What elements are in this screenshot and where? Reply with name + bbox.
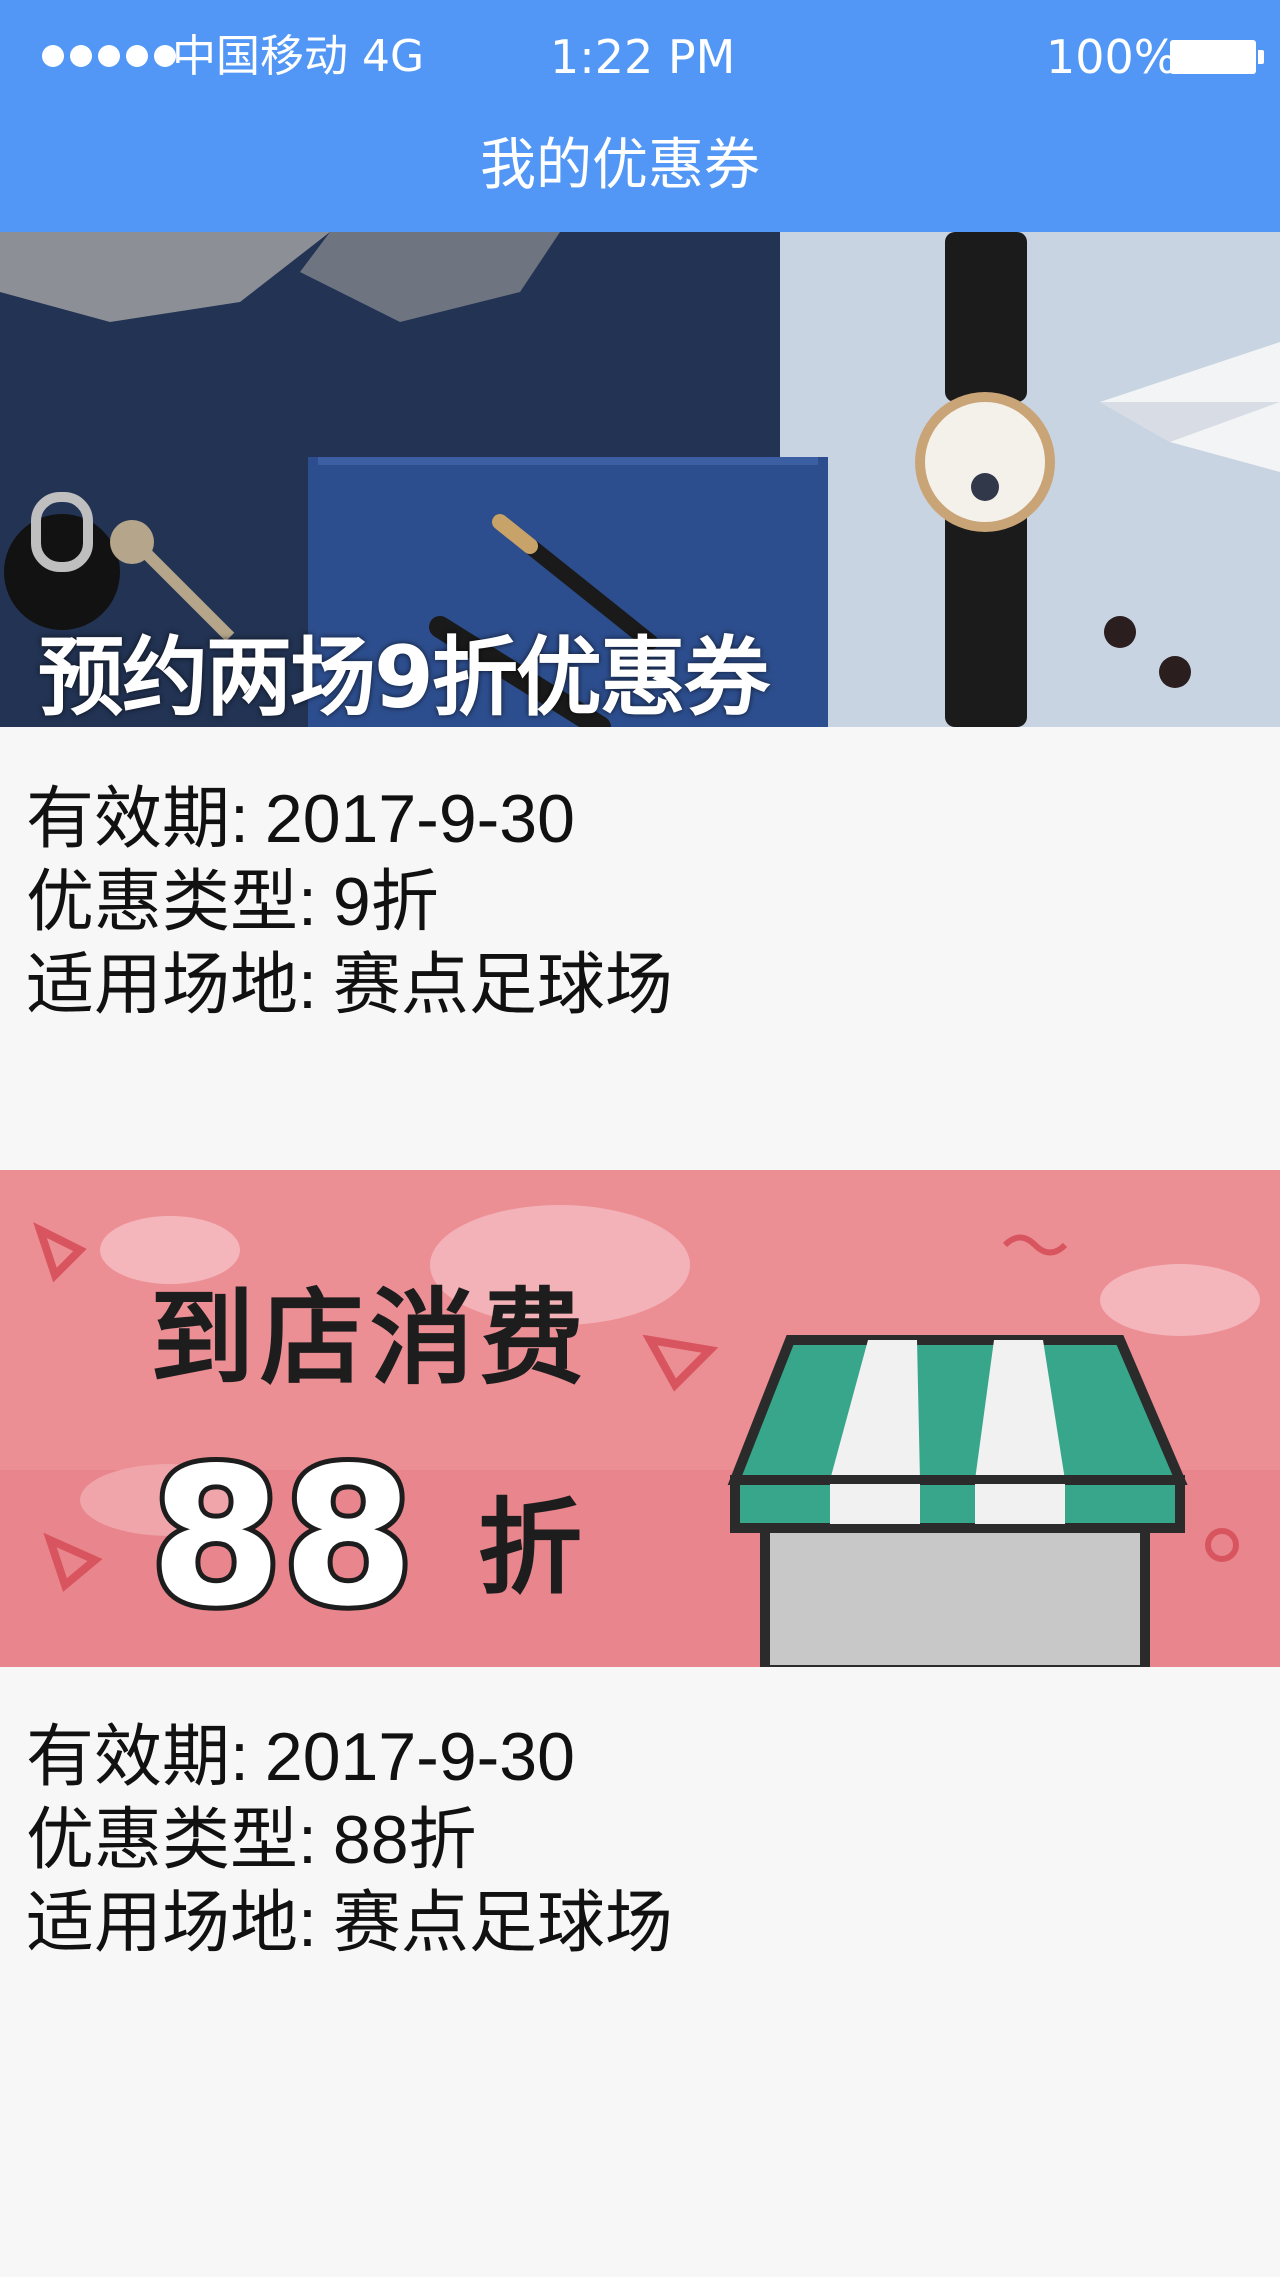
validity-label: 有效期:	[26, 781, 249, 857]
coupon-2-type-row: 优惠类型: 88折	[26, 1799, 673, 1882]
coupon-2-details: 有效期: 2017-9-30 优惠类型: 88折 适用场地: 赛点足球场	[26, 1716, 673, 1965]
discount-type-value: 9折	[332, 864, 439, 940]
page-title: 我的优惠券	[480, 133, 760, 198]
battery-percent: 100%	[1046, 30, 1178, 84]
coupon-1-details: 有效期: 2017-9-30 优惠类型: 9折 适用场地: 赛点足球场	[26, 778, 673, 1027]
coupon-1-type-row: 优惠类型: 9折	[26, 861, 673, 944]
coupon-banner-2-unit: 折	[478, 1487, 583, 1609]
app-header: 中国移动 4G 1:22 PM 100% 我的优惠券	[0, 0, 1280, 232]
validity-label: 有效期:	[26, 1719, 249, 1795]
venue-value: 赛点足球场	[332, 947, 673, 1023]
validity-value: 2017-9-30	[264, 1719, 575, 1795]
venue-value: 赛点足球场	[332, 1885, 673, 1961]
carrier-label: 中国移动 4G	[172, 31, 425, 82]
coupon-banner-2-title: 到店消费	[150, 1277, 591, 1399]
coupon-1-validity-row: 有效期: 2017-9-30	[26, 778, 673, 861]
discount-type-value: 88折	[332, 1802, 477, 1878]
validity-value: 2017-9-30	[264, 781, 575, 857]
coupon-banner-1-text: 预约两场9折优惠券	[38, 628, 770, 727]
discount-type-label: 优惠类型:	[26, 1802, 317, 1878]
coupon-banner-2-number: 88	[145, 1427, 419, 1648]
coupon-banner-2[interactable]: 到店消费 88 折	[0, 1170, 1280, 1667]
coupon-1-venue-row: 适用场地: 赛点足球场	[26, 944, 673, 1027]
coupon-banner-1[interactable]: 预约两场9折优惠券	[0, 232, 1280, 727]
battery-icon	[1170, 40, 1264, 74]
status-bar: 中国移动 4G 1:22 PM 100%	[0, 0, 1280, 116]
discount-type-label: 优惠类型:	[26, 864, 317, 940]
coupon-2-validity-row: 有效期: 2017-9-30	[26, 1716, 673, 1799]
coupon-2-venue-row: 适用场地: 赛点足球场	[26, 1882, 673, 1965]
venue-label: 适用场地:	[26, 1885, 317, 1961]
status-time: 1:22 PM	[550, 30, 736, 84]
venue-label: 适用场地:	[26, 947, 317, 1023]
signal-strength-icon	[42, 45, 176, 67]
